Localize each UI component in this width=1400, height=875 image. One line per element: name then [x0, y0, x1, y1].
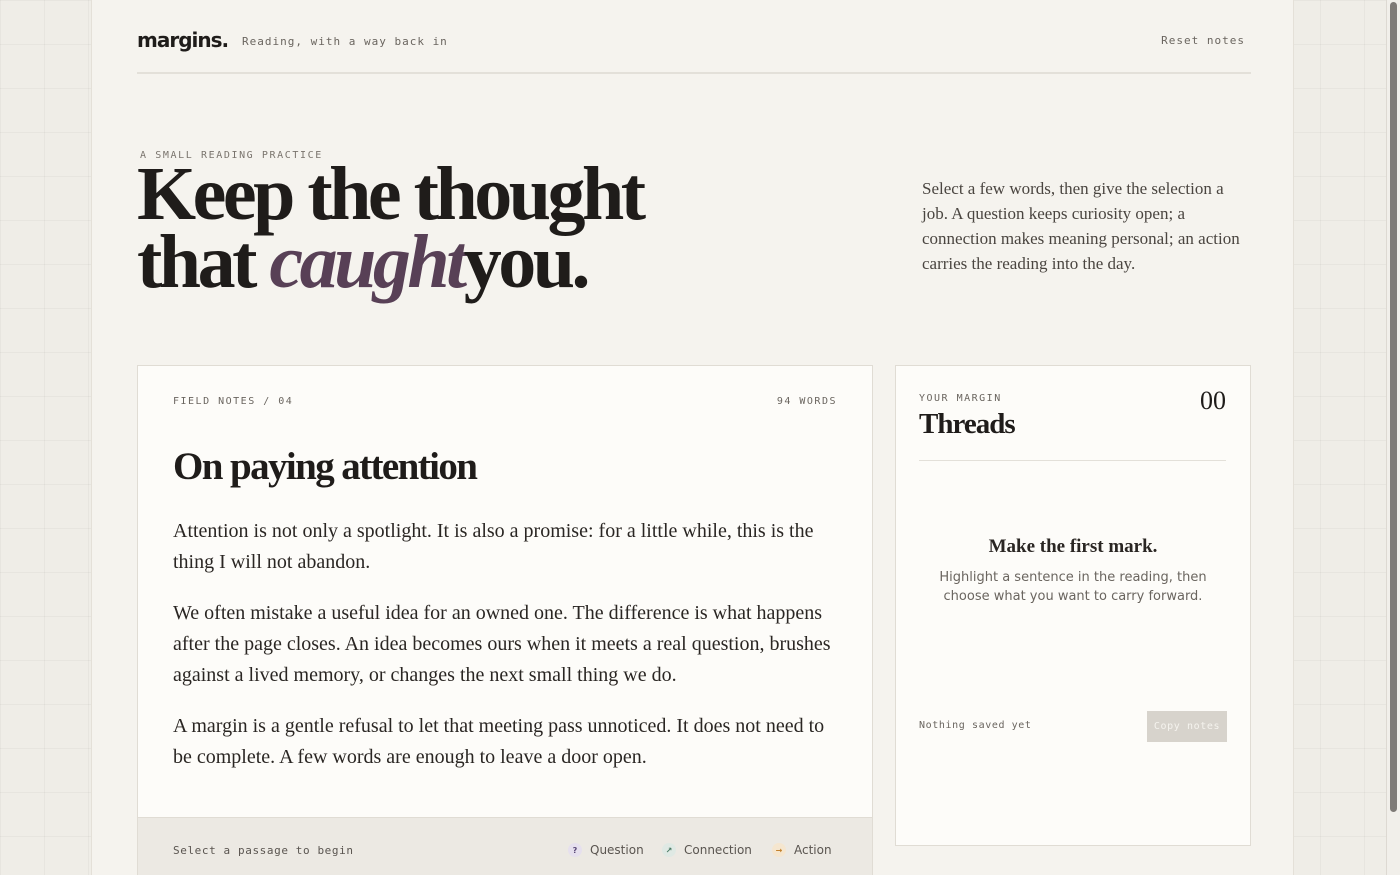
- empty-state-title: Make the first mark.: [988, 536, 1158, 557]
- question-icon: ?: [568, 843, 582, 857]
- article-title: On paying attention: [173, 445, 478, 488]
- reset-notes-link[interactable]: Reset notes: [1161, 34, 1245, 47]
- threads-panel: YOUR MARGIN Threads 00 Make the first ma…: [895, 365, 1251, 846]
- scrollbar-thumb[interactable]: [1390, 2, 1397, 812]
- action-label: Action: [794, 843, 832, 857]
- page-scrollbar[interactable]: [1386, 0, 1400, 875]
- hero-title-post: you.: [463, 220, 591, 304]
- page: margins. Reading, with a way back in Res…: [91, 0, 1294, 875]
- hero-title: Keep the thought that caughtyou.: [137, 156, 646, 300]
- threads-title: Threads: [919, 408, 1016, 440]
- article-paragraph[interactable]: We often mistake a useful idea for an ow…: [173, 598, 841, 691]
- thread-count: 00: [1200, 386, 1226, 415]
- panel-divider: [919, 460, 1226, 461]
- article-body[interactable]: Attention is not only a spotlight. It is…: [173, 516, 841, 793]
- site-header: margins. Reading, with a way back in Res…: [137, 26, 1251, 74]
- connection-button[interactable]: ↗ Connection: [662, 840, 752, 860]
- copy-notes-button[interactable]: Copy notes: [1147, 711, 1227, 742]
- logo[interactable]: margins.: [137, 28, 229, 52]
- article-paragraph[interactable]: A margin is a gentle refusal to let that…: [173, 711, 841, 773]
- empty-state-text: Highlight a sentence in the reading, the…: [939, 570, 1207, 604]
- hero-intro: Select a few words, then give the select…: [922, 179, 1240, 273]
- connection-arrow-icon: ↗: [662, 843, 676, 857]
- word-count: 94 WORDS: [776, 396, 837, 407]
- hero-title-pre: that: [137, 220, 270, 304]
- question-label: Question: [590, 843, 644, 857]
- article-paragraph[interactable]: Attention is not only a spotlight. It is…: [173, 516, 841, 578]
- panel-eyebrow: YOUR MARGIN: [919, 393, 1002, 404]
- reading-card: FIELD NOTES / 04 94 WORDS On paying atte…: [137, 365, 873, 875]
- selection-hint: Select a passage to begin: [173, 844, 354, 857]
- annotation-toolbar: Select a passage to begin ? Question ↗ C…: [138, 817, 872, 875]
- connection-label: Connection: [684, 843, 752, 857]
- hero-title-accent: caught: [269, 220, 467, 304]
- question-button[interactable]: ? Question: [568, 840, 644, 860]
- saved-status: Nothing saved yet: [919, 720, 1032, 731]
- action-button[interactable]: → Action: [772, 840, 832, 860]
- tagline: Reading, with a way back in: [242, 35, 448, 48]
- action-arrow-icon: →: [772, 843, 786, 857]
- field-notes-label: FIELD NOTES / 04: [173, 396, 294, 407]
